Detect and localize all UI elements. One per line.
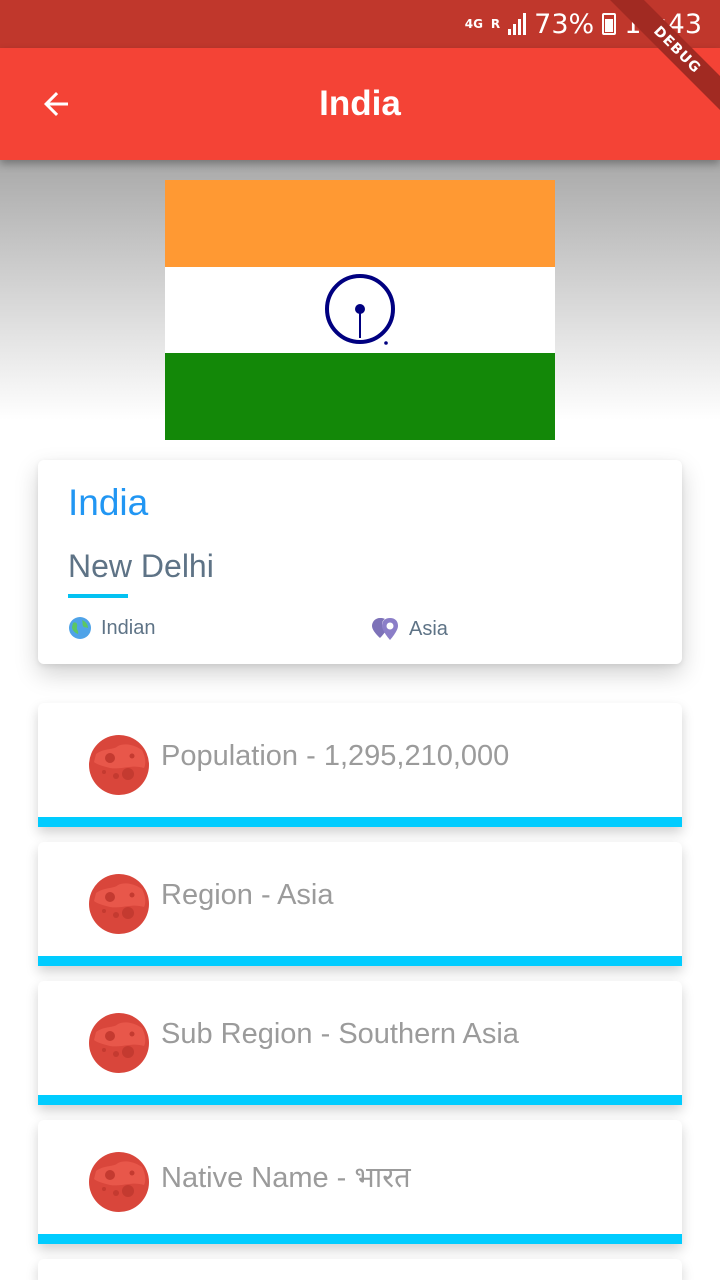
stat-text: Native Name - भारत [161, 1162, 411, 1194]
stat-card-population[interactable]: Population - 1,295,210,000 [38, 703, 682, 827]
stat-accent-bar [38, 1234, 682, 1244]
region-item: Asia [370, 616, 448, 642]
country-flag [165, 180, 555, 440]
network-indicator: 4G [464, 17, 483, 31]
status-bar: 4G R 73% 17:43 [0, 0, 720, 48]
country-info-card: India New Delhi Indian Asia [38, 460, 682, 664]
capital-name: New Delhi [68, 548, 214, 584]
demonym-label: Indian [101, 616, 156, 639]
stat-accent-bar [38, 817, 682, 827]
globe-icon [69, 617, 91, 639]
planet-icon [89, 735, 149, 795]
battery-icon [602, 13, 617, 35]
stat-card-partial[interactable] [38, 1259, 682, 1280]
stat-text: Sub Region - Southern Asia [161, 1018, 519, 1050]
stat-card-native-name[interactable]: Native Name - भारत [38, 1120, 682, 1244]
region-label: Asia [409, 617, 448, 640]
planet-icon [89, 874, 149, 934]
planet-icon [89, 1152, 149, 1212]
page-title: India [319, 84, 401, 123]
stat-text: Region - Asia [161, 879, 334, 911]
stat-text: Population - 1,295,210,000 [161, 740, 510, 772]
planet-icon [89, 1013, 149, 1073]
stat-card-subregion[interactable]: Sub Region - Southern Asia [38, 981, 682, 1105]
capital-underline [68, 594, 128, 598]
stat-accent-bar [38, 956, 682, 966]
signal-icon [508, 13, 527, 35]
stat-card-region[interactable]: Region - Asia [38, 842, 682, 966]
battery-percent: 73% [534, 8, 595, 40]
demonym-item: Indian [68, 616, 156, 640]
roaming-indicator: R [490, 17, 501, 31]
flag-image [165, 180, 555, 440]
stat-accent-bar [38, 1095, 682, 1105]
app-bar: India [0, 48, 720, 160]
country-name: India [68, 482, 149, 523]
location-pins-icon [372, 618, 398, 640]
